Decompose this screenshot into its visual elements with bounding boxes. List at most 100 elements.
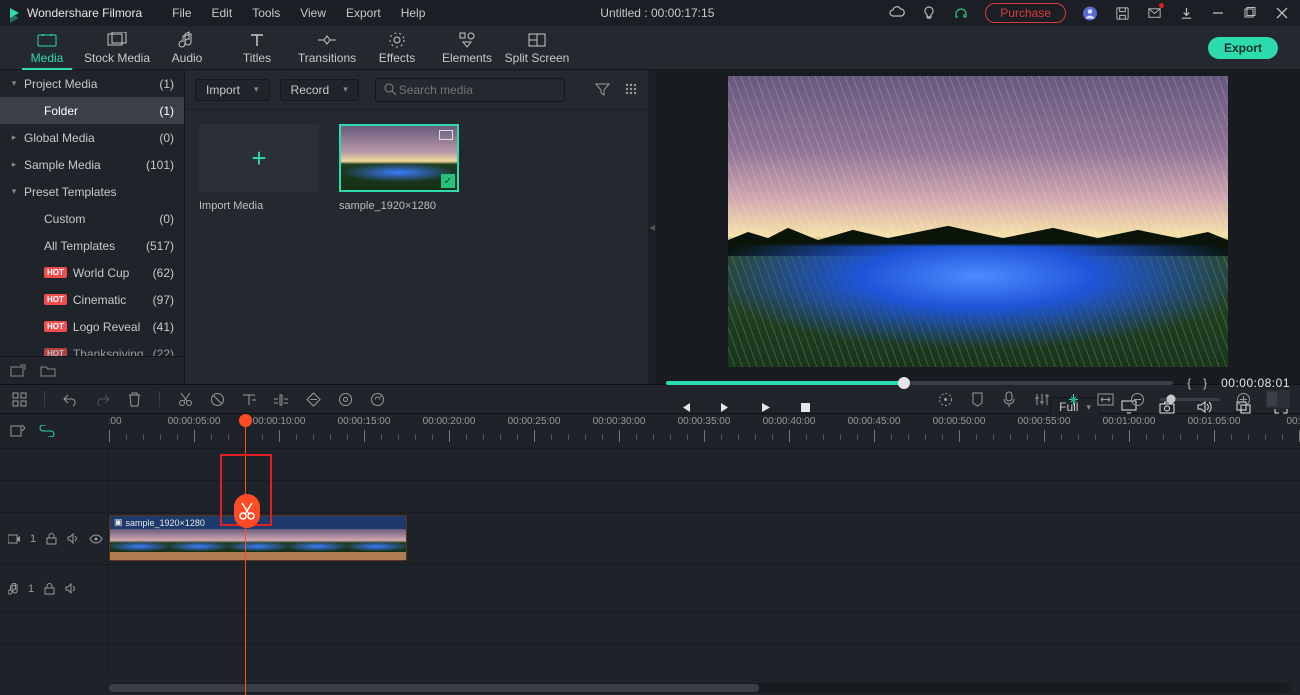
tree-world-cup[interactable]: HOTWorld Cup(62)	[0, 259, 184, 286]
menu-edit[interactable]: Edit	[212, 6, 233, 20]
timeline-ruler[interactable]: 00:0000:00:05:0000:00:10:0000:00:15:0000…	[109, 414, 1300, 448]
timeline-add-icon[interactable]	[10, 424, 25, 438]
zoom-in-icon[interactable]	[1234, 390, 1252, 408]
search-box	[375, 78, 565, 102]
chevron-down-icon: ▾	[254, 84, 259, 95]
tab-elements[interactable]: Elements	[432, 26, 502, 70]
import-dropdown[interactable]: Import▾	[195, 79, 270, 101]
account-icon[interactable]	[1082, 5, 1098, 21]
tree-global-media[interactable]: ▸Global Media(0)	[0, 124, 184, 151]
auto-reframe-icon[interactable]	[936, 390, 954, 408]
chevron-down-icon: ▾	[343, 84, 348, 95]
timeline-thumbs-icon[interactable]	[1266, 390, 1290, 408]
tab-stock-media[interactable]: Stock Media	[82, 26, 152, 70]
redo-icon[interactable]	[93, 390, 111, 408]
tree-folder[interactable]: Folder(1)	[0, 97, 184, 124]
menu-view[interactable]: View	[300, 6, 326, 20]
filter-icon[interactable]	[595, 82, 610, 97]
media-thumbnail: ✓	[339, 124, 459, 192]
media-clip-card[interactable]: ✓ sample_1920×1280	[339, 124, 459, 212]
tree-project-media[interactable]: ▾Project Media(1)	[0, 70, 184, 97]
headset-icon[interactable]	[953, 5, 969, 21]
import-media-card[interactable]: + Import Media	[199, 124, 319, 212]
frame-icon	[439, 130, 453, 140]
zoom-slider[interactable]	[1160, 398, 1220, 401]
purchase-button[interactable]: Purchase	[985, 3, 1066, 23]
marker-icon[interactable]	[968, 390, 986, 408]
tree-all-templates[interactable]: All Templates(517)	[0, 232, 184, 259]
record-dropdown[interactable]: Record▾	[280, 79, 359, 101]
export-button[interactable]: Export	[1208, 37, 1278, 59]
eye-icon[interactable]	[89, 534, 103, 544]
menu-file[interactable]: File	[172, 6, 191, 20]
text-icon[interactable]	[240, 390, 258, 408]
mute-icon[interactable]	[65, 583, 77, 594]
crop-icon[interactable]	[208, 390, 226, 408]
track-spacer	[0, 448, 1300, 480]
audio-track: 1	[0, 564, 1300, 612]
zoom-out-icon[interactable]	[1128, 390, 1146, 408]
message-icon[interactable]	[1146, 5, 1162, 21]
menu-export[interactable]: Export	[346, 6, 381, 20]
tab-effects[interactable]: Effects	[362, 26, 432, 70]
playhead[interactable]	[245, 418, 246, 695]
tips-icon[interactable]	[921, 5, 937, 21]
mute-icon[interactable]	[67, 533, 79, 544]
media-icon	[37, 31, 57, 49]
fit-icon[interactable]	[1096, 390, 1114, 408]
video-track-head: 1	[0, 513, 109, 564]
video-track-body[interactable]: ▣sample_1920×1280	[109, 513, 1300, 564]
add-track-icon[interactable]	[10, 390, 28, 408]
audio-track-body[interactable]	[109, 565, 1300, 612]
tree-cinematic[interactable]: HOTCinematic(97)	[0, 286, 184, 313]
menu-tools[interactable]: Tools	[252, 6, 280, 20]
seek-thumb[interactable]	[898, 377, 910, 389]
panel-splitter[interactable]: ◂	[648, 70, 656, 384]
seek-bar[interactable]	[666, 381, 1173, 385]
document-title: Untitled : 00:00:17:15	[425, 6, 889, 20]
speed-icon[interactable]	[272, 390, 290, 408]
search-input[interactable]	[397, 82, 556, 98]
preview-image[interactable]	[728, 76, 1228, 367]
close-icon[interactable]	[1274, 5, 1290, 21]
magnet-icon[interactable]	[1064, 390, 1082, 408]
mark-in-icon[interactable]: {	[1187, 376, 1191, 390]
tree-logo-reveal[interactable]: HOTLogo Reveal(41)	[0, 313, 184, 340]
audio-mixer-icon[interactable]	[1032, 390, 1050, 408]
tab-split-screen[interactable]: Split Screen	[502, 26, 572, 70]
download-icon[interactable]	[1178, 5, 1194, 21]
scrollbar-thumb[interactable]	[109, 684, 759, 692]
mark-out-icon[interactable]: }	[1203, 376, 1207, 390]
preview-viewport	[656, 70, 1300, 369]
media-panel: Import▾ Record▾ + Import Media ✓	[185, 70, 648, 384]
menu-help[interactable]: Help	[401, 6, 426, 20]
folder-icon[interactable]	[40, 365, 56, 377]
render-icon[interactable]	[368, 390, 386, 408]
tab-media[interactable]: Media	[12, 26, 82, 70]
tree-sample-media[interactable]: ▸Sample Media(101)	[0, 151, 184, 178]
tree-thanksgiving[interactable]: HOTThanksgiving(22)	[0, 340, 184, 356]
tree-custom[interactable]: Custom(0)	[0, 205, 184, 232]
tab-audio[interactable]: Audio	[152, 26, 222, 70]
save-icon[interactable]	[1114, 5, 1130, 21]
undo-icon[interactable]	[61, 390, 79, 408]
cloud-icon[interactable]	[889, 5, 905, 21]
lock-icon[interactable]	[46, 533, 57, 545]
link-icon[interactable]	[39, 425, 55, 437]
timeline-scrollbar[interactable]	[109, 683, 1290, 693]
tree-preset-templates[interactable]: ▾Preset Templates	[0, 178, 184, 205]
minimize-icon[interactable]	[1210, 5, 1226, 21]
grid-view-icon[interactable]	[624, 82, 638, 97]
split-icon[interactable]	[176, 390, 194, 408]
new-folder-icon[interactable]	[10, 364, 26, 378]
cut-tool-handle[interactable]	[234, 494, 260, 528]
lock-icon[interactable]	[44, 583, 55, 595]
zoom-thumb[interactable]	[1166, 395, 1175, 404]
voiceover-icon[interactable]	[1000, 390, 1018, 408]
keyframe-icon[interactable]	[304, 390, 322, 408]
maximize-icon[interactable]	[1242, 5, 1258, 21]
tab-titles[interactable]: Titles	[222, 26, 292, 70]
delete-icon[interactable]	[125, 390, 143, 408]
color-icon[interactable]	[336, 390, 354, 408]
tab-transitions[interactable]: Transitions	[292, 26, 362, 70]
